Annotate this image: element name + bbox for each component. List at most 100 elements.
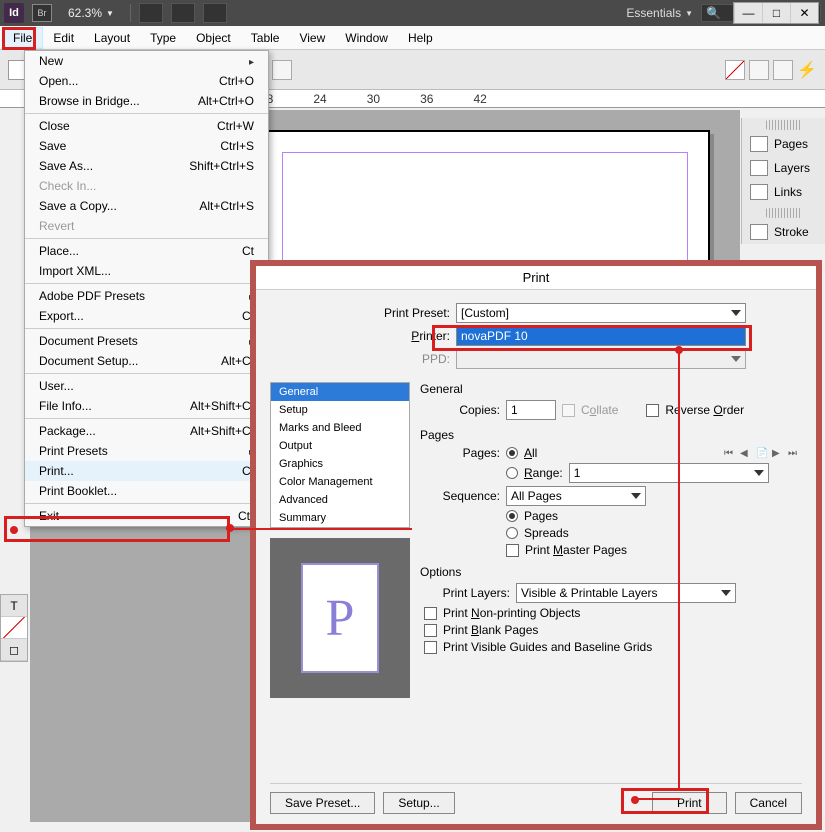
file-menu-document-setup-[interactable]: Document Setup...Alt+Ct <box>25 351 268 371</box>
category-advanced[interactable]: Advanced <box>271 491 409 509</box>
category-general[interactable]: General <box>271 383 409 401</box>
stroke-swatch[interactable] <box>749 60 769 80</box>
file-menu-export-[interactable]: Export...Ct <box>25 306 268 326</box>
preview-letter: P <box>326 589 355 648</box>
file-menu-import-xml-[interactable]: Import XML... <box>25 261 268 281</box>
stroke-icon <box>750 224 768 240</box>
file-menu-close[interactable]: CloseCtrl+W <box>25 116 268 136</box>
panel-links[interactable]: Links <box>742 180 825 204</box>
spreads-radio[interactable] <box>506 527 518 539</box>
effects-icon[interactable] <box>773 60 793 80</box>
file-menu-open-[interactable]: Open...Ctrl+O <box>25 71 268 91</box>
file-menu-new[interactable]: New <box>25 51 268 71</box>
id-logo: Id <box>4 3 24 23</box>
file-menu-save-as-[interactable]: Save As...Shift+Ctrl+S <box>25 156 268 176</box>
category-output[interactable]: Output <box>271 437 409 455</box>
ppd-select <box>456 349 746 369</box>
nonprinting-checkbox[interactable] <box>424 607 437 620</box>
print-preset-label: Print Preset: <box>270 306 450 320</box>
range-select[interactable]: 1 <box>569 463 769 483</box>
menu-table[interactable]: Table <box>241 28 290 48</box>
category-color-management[interactable]: Color Management <box>271 473 409 491</box>
app-topbar: Id Br 62.3%▼ Essentials▼ 🔍 <box>0 0 825 26</box>
save-preset-button[interactable]: Save Preset... <box>270 792 375 814</box>
file-menu-save-a-copy-[interactable]: Save a Copy...Alt+Ctrl+S <box>25 196 268 216</box>
menu-type[interactable]: Type <box>140 28 186 48</box>
file-menu-document-presets[interactable]: Document Presets <box>25 331 268 351</box>
menu-edit[interactable]: Edit <box>43 28 84 48</box>
bridge-logo[interactable]: Br <box>32 4 52 22</box>
swap-fill-stroke-icon[interactable] <box>1 617 27 639</box>
file-menu-file-info-[interactable]: File Info...Alt+Shift+Ct <box>25 396 268 416</box>
print-dialog: Print Print Preset: [Custom] Printer: no… <box>250 260 822 830</box>
ppd-label: PPD: <box>270 352 450 366</box>
fill-swatch[interactable] <box>725 60 745 80</box>
master-pages-checkbox[interactable] <box>506 544 519 557</box>
flip-v-icon[interactable] <box>272 60 292 80</box>
close-button[interactable]: ✕ <box>790 3 818 23</box>
printer-select[interactable]: novaPDF 10 <box>456 326 746 346</box>
file-menu-adobe-pdf-presets[interactable]: Adobe PDF Presets <box>25 286 268 306</box>
cancel-button[interactable]: Cancel <box>735 792 802 814</box>
file-menu-user-[interactable]: User... <box>25 376 268 396</box>
menu-help[interactable]: Help <box>398 28 443 48</box>
menu-window[interactable]: Window <box>335 28 398 48</box>
general-heading: General <box>420 382 802 396</box>
file-menu-save[interactable]: SaveCtrl+S <box>25 136 268 156</box>
file-menu-print-[interactable]: Print...Ct <box>25 461 268 481</box>
pages-radio[interactable] <box>506 510 518 522</box>
pages-range-label: Range: <box>524 466 563 480</box>
copies-label: Copies: <box>440 403 500 417</box>
file-menu-package-[interactable]: Package...Alt+Shift+Ct <box>25 421 268 441</box>
category-marks-and-bleed[interactable]: Marks and Bleed <box>271 419 409 437</box>
blank-pages-label: Print Blank Pages <box>443 623 538 637</box>
category-summary[interactable]: Summary <box>271 509 409 527</box>
type-tool-icon[interactable]: T <box>1 595 27 617</box>
sequence-select[interactable]: All Pages <box>506 486 646 506</box>
print-preset-select[interactable]: [Custom] <box>456 303 746 323</box>
panel-stroke[interactable]: Stroke <box>742 220 825 244</box>
file-menu-place-[interactable]: Place...Ct <box>25 241 268 261</box>
minimize-button[interactable]: — <box>734 3 762 23</box>
menubar: File Edit Layout Type Object Table View … <box>0 26 825 50</box>
copies-input[interactable] <box>506 400 556 420</box>
category-setup[interactable]: Setup <box>271 401 409 419</box>
menu-object[interactable]: Object <box>186 28 241 48</box>
pages-all-radio[interactable] <box>506 447 518 459</box>
pages-icon <box>750 136 768 152</box>
maximize-button[interactable]: □ <box>762 3 790 23</box>
category-graphics[interactable]: Graphics <box>271 455 409 473</box>
file-menu-print-presets[interactable]: Print Presets <box>25 441 268 461</box>
reverse-order-checkbox[interactable] <box>646 404 659 417</box>
nonprinting-label: Print Non-printing Objects <box>443 606 580 620</box>
pages-range-radio[interactable] <box>506 467 518 479</box>
menu-file[interactable]: File <box>2 27 43 49</box>
workspace-switcher[interactable]: Essentials▼ <box>626 6 693 20</box>
file-menu-exit[interactable]: ExitCtr <box>25 506 268 526</box>
setup-button[interactable]: Setup... <box>383 792 454 814</box>
category-list[interactable]: GeneralSetupMarks and BleedOutputGraphic… <box>270 382 410 528</box>
lightning-icon[interactable]: ⚡ <box>797 60 817 80</box>
print-button[interactable]: Print <box>652 792 727 814</box>
print-layers-select[interactable]: Visible & Printable Layers <box>516 583 736 603</box>
links-icon <box>750 184 768 200</box>
file-menu-print-booklet-[interactable]: Print Booklet... <box>25 481 268 501</box>
view-options-icon[interactable] <box>139 3 163 23</box>
print-preview: P <box>270 538 410 698</box>
page-nav-icons[interactable]: ⏮◀📄▶⏭ <box>724 448 802 459</box>
spreads-radio-label: Spreads <box>524 526 569 540</box>
file-menu-browse-in-bridge-[interactable]: Browse in Bridge...Alt+Ctrl+O <box>25 91 268 111</box>
guides-checkbox[interactable] <box>424 641 437 654</box>
tools-panel: T ◻ <box>0 594 28 662</box>
blank-pages-checkbox[interactable] <box>424 624 437 637</box>
panel-layers[interactable]: Layers <box>742 156 825 180</box>
arrange-icon[interactable] <box>203 3 227 23</box>
default-fill-stroke-icon[interactable]: ◻ <box>1 639 27 661</box>
menu-layout[interactable]: Layout <box>84 28 140 48</box>
pages-radio-label: Pages <box>524 509 558 523</box>
zoom-level[interactable]: 62.3%▼ <box>60 4 122 22</box>
menu-view[interactable]: View <box>289 28 335 48</box>
panel-pages[interactable]: Pages <box>742 132 825 156</box>
screen-mode-icon[interactable] <box>171 3 195 23</box>
printer-label: Printer: <box>270 329 450 343</box>
